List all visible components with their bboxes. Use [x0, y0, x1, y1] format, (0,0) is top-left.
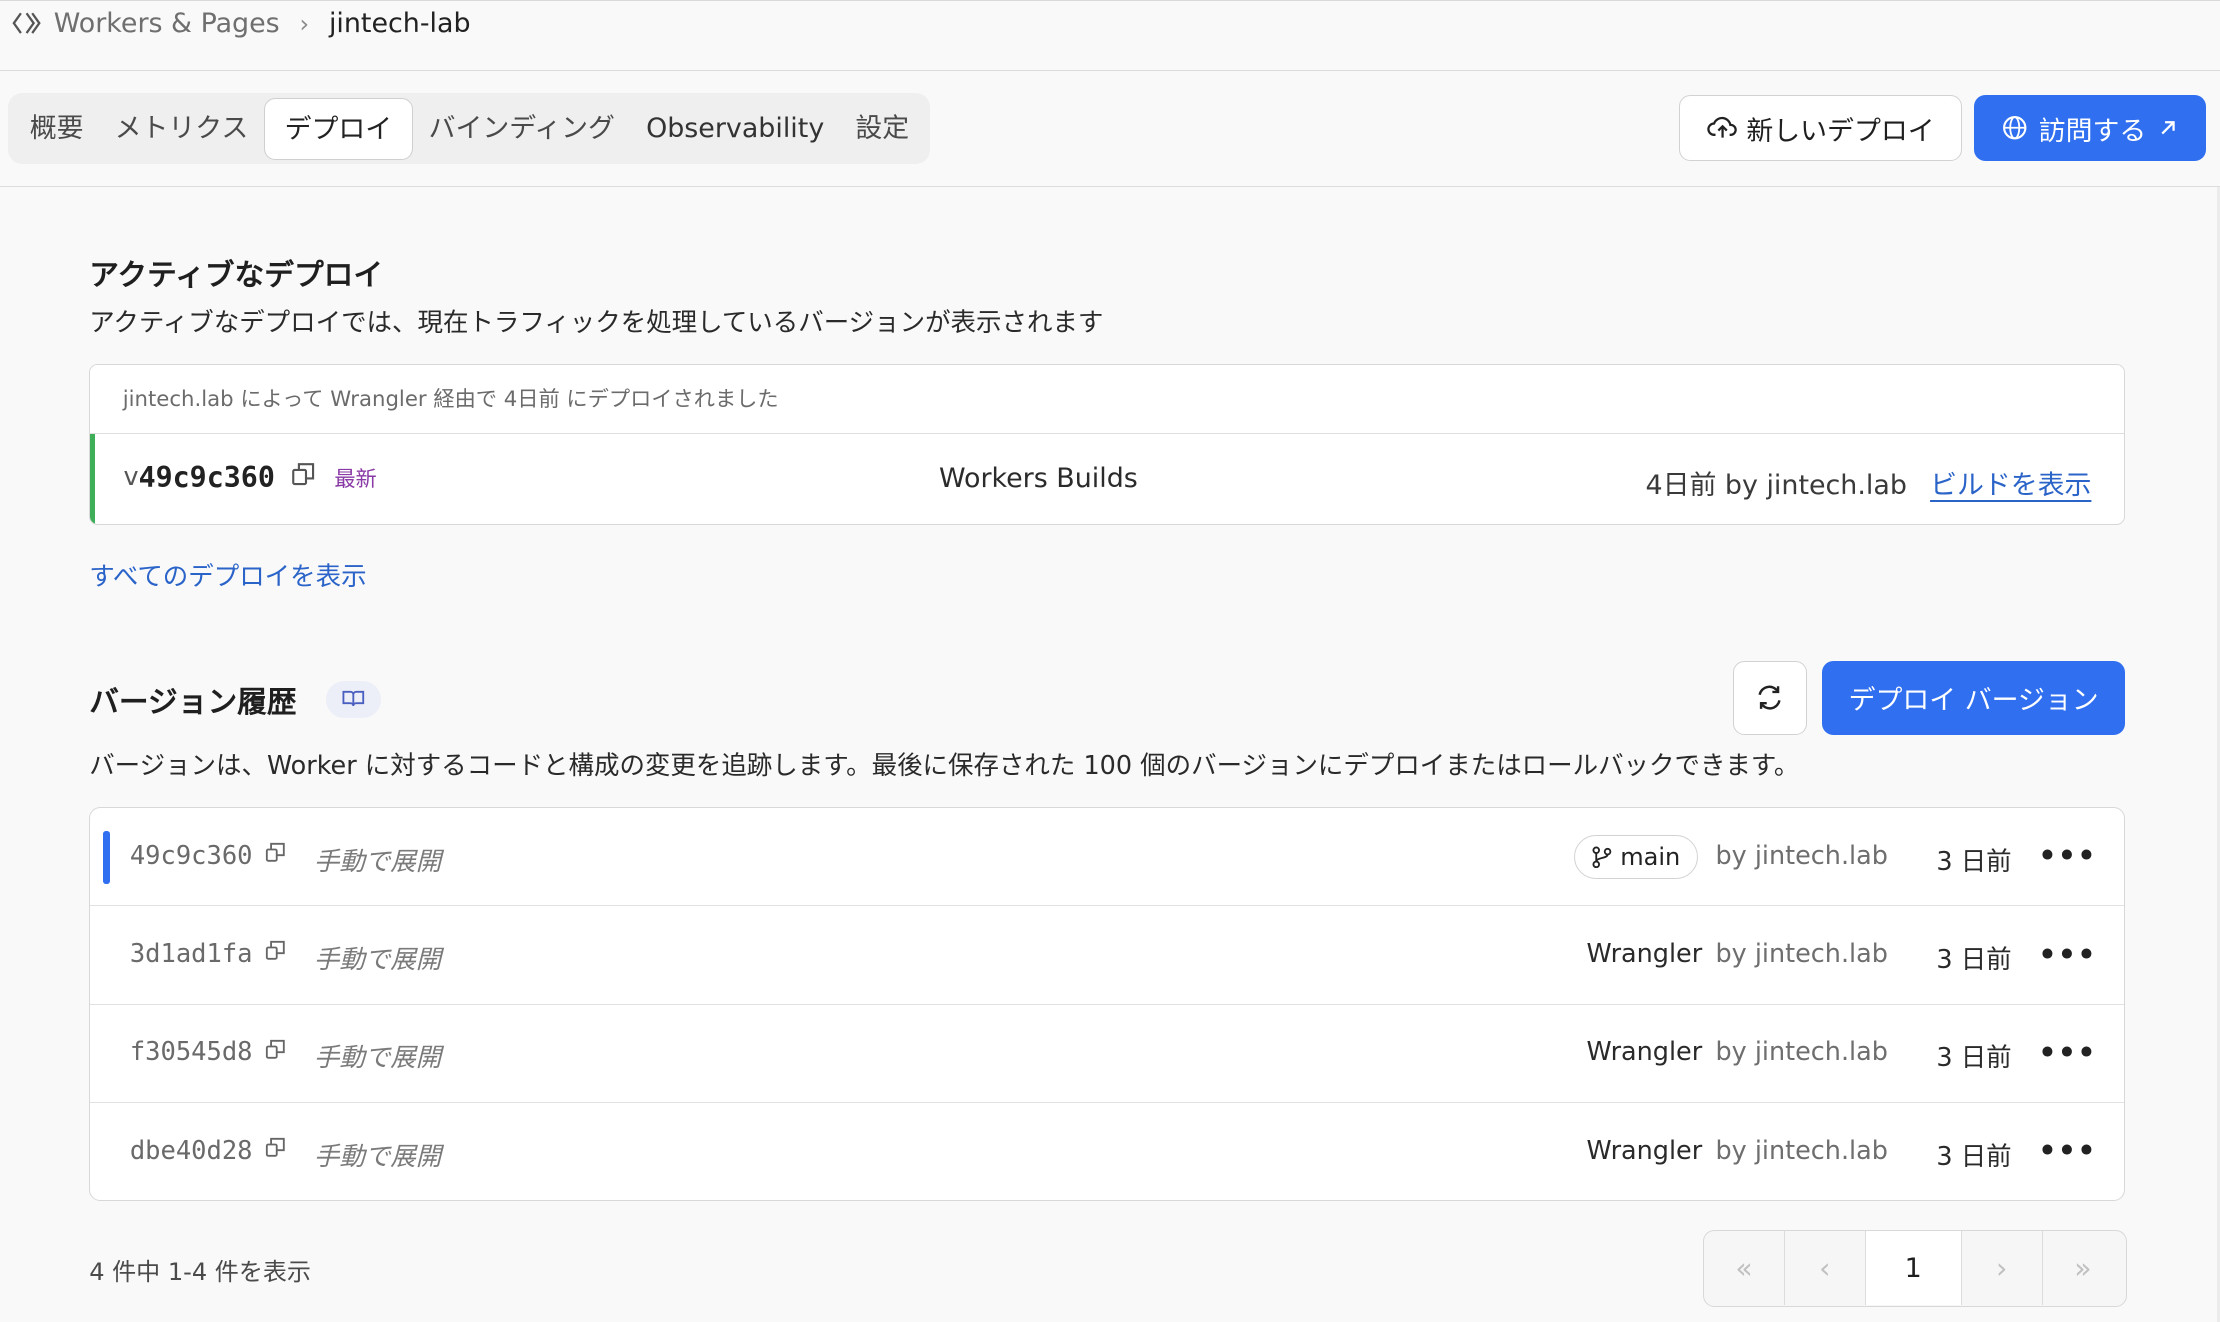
latest-badge: 最新 [334, 466, 377, 492]
globe-icon [2003, 116, 2027, 140]
visit-button[interactable]: 訪問する [1973, 94, 2206, 162]
breadcrumb: Workers & Pages › jintech-lab [11, 8, 471, 40]
deploy-method: 手動で展開 [313, 1043, 442, 1074]
deployed-by: by jintech.lab [1715, 1135, 1888, 1166]
deploy-version-button[interactable]: デプロイ バージョン [1822, 661, 2126, 735]
pagination-summary: 4 件中 1-4 件を表示 [89, 1257, 311, 1286]
version-hash-text: 49c9c360 [129, 840, 253, 871]
tab-overview[interactable]: 概要 [14, 98, 99, 160]
version-hash: dbe40d28 [130, 1136, 287, 1166]
deployed-ago: 3 日前 [1936, 944, 2012, 975]
copy-icon[interactable] [264, 841, 287, 871]
branch-name: main [1620, 842, 1681, 871]
breadcrumb-current: jintech-lab [328, 8, 471, 40]
more-options-icon[interactable]: ••• [2038, 839, 2097, 872]
version-hash-text: dbe40d28 [129, 1135, 253, 1166]
more-options-icon[interactable]: ••• [2038, 1134, 2097, 1167]
active-deploy-card: jintech.lab によって Wrangler 経由で 4日前 にデプロイさ… [89, 363, 2126, 526]
current-page[interactable]: 1 [1865, 1231, 1962, 1305]
visit-label: 訪問する [2038, 115, 2147, 147]
chevron-right-icon: › [299, 9, 310, 38]
version-hash-text: f30545d8 [129, 1037, 253, 1068]
version-hash-text: 3d1ad1fa [129, 938, 253, 969]
deployed-ago: 3 日前 [1936, 1043, 2012, 1074]
breadcrumb-parent[interactable]: Workers & Pages [54, 8, 280, 39]
active-deploy-row: v 49c9c360 最新 Workers Builds 4日前 by jint… [90, 434, 2124, 525]
more-options-icon[interactable]: ••• [2038, 1036, 2097, 1069]
refresh-button[interactable] [1732, 661, 1807, 735]
deployed-by: by jintech.lab [1715, 938, 1888, 969]
tab-observability[interactable]: Observability [631, 98, 840, 160]
new-deploy-label: 新しいデプロイ [1746, 115, 1935, 147]
tab-list: 概要 メトリクス デプロイ バインディング Observability 設定 [8, 93, 931, 165]
table-row[interactable]: 3d1ad1fa 手動で展開 Wrangler by jintech.lab 3… [90, 906, 2125, 1005]
active-source: Workers Builds [939, 462, 1138, 494]
docs-book-icon[interactable] [325, 680, 381, 718]
view-build-link[interactable]: ビルドを表示 [1930, 463, 2091, 502]
deployed-by: by jintech.lab [1715, 840, 1888, 871]
copy-icon[interactable] [289, 460, 317, 495]
deploy-method: 手動で展開 [313, 1141, 442, 1172]
current-version-indicator [102, 830, 110, 885]
active-deploy-header: jintech.lab によって Wrangler 経由で 4日前 にデプロイさ… [90, 364, 2125, 435]
version-history-description: バージョンは、Worker に対するコードと構成の変更を追跡します。最後に保存さ… [89, 750, 1800, 781]
active-deploy-title: アクティブなデプロイ [89, 257, 384, 293]
version-table: 49c9c360 手動で展開 main by jintech.lab 3 日前 … [89, 807, 2126, 1201]
tab-settings[interactable]: 設定 [840, 98, 925, 160]
tabs-bar: 概要 メトリクス デプロイ バインディング Observability 設定 新… [0, 71, 2220, 187]
deployed-ago: 3 日前 [1936, 846, 2012, 877]
workers-icon [12, 13, 42, 35]
first-page-button[interactable]: « [1704, 1231, 1785, 1305]
tab-bindings[interactable]: バインディング [413, 98, 630, 160]
view-all-deployments-link[interactable]: すべてのデプロイを表示 [89, 556, 366, 593]
prev-page-button[interactable]: ‹ [1785, 1231, 1866, 1305]
last-page-button[interactable]: » [2043, 1231, 2124, 1305]
deployed-by: by jintech.lab [1715, 1037, 1888, 1068]
version-hash: 3d1ad1fa [130, 939, 287, 969]
active-when: 4日前 by jintech.lab [1645, 469, 1907, 501]
table-row[interactable]: 49c9c360 手動で展開 main by jintech.lab 3 日前 … [90, 808, 2125, 907]
external-arrow-icon [2161, 121, 2175, 135]
deploy-source: Wrangler [1586, 938, 1703, 969]
deploy-source: Wrangler [1586, 1135, 1703, 1166]
deploy-method: 手動で展開 [313, 846, 442, 877]
refresh-icon [1758, 686, 1781, 710]
tab-deployments[interactable]: デプロイ [263, 97, 414, 160]
table-row[interactable]: dbe40d28 手動で展開 Wrangler by jintech.lab 3… [90, 1103, 2124, 1199]
tab-metrics[interactable]: メトリクス [99, 98, 264, 160]
version-hash: 49c9c360 [130, 841, 287, 871]
breadcrumb-bar: Workers & Pages › jintech-lab [0, 0, 2220, 71]
branch-badge: main [1573, 834, 1699, 879]
active-version: v 49c9c360 最新 [124, 460, 377, 495]
cloud-upload-icon [1707, 117, 1737, 139]
version-hash: f30545d8 [130, 1037, 287, 1067]
copy-icon[interactable] [264, 939, 287, 969]
deployed-ago: 3 日前 [1936, 1141, 2012, 1172]
version-id: 49c9c360 [138, 460, 275, 494]
git-branch-icon [1592, 845, 1612, 868]
deploy-source: Wrangler [1586, 1037, 1703, 1068]
deploy-method: 手動で展開 [313, 944, 442, 975]
more-options-icon[interactable]: ••• [2038, 938, 2097, 971]
active-deploy-description: アクティブなデプロイでは、現在トラフィックを処理しているバージョンが表示されます [89, 307, 1104, 338]
copy-icon[interactable] [264, 1037, 287, 1067]
new-deploy-button[interactable]: 新しいデプロイ [1679, 94, 1963, 162]
table-row[interactable]: f30545d8 手動で展開 Wrangler by jintech.lab 3… [90, 1005, 2125, 1104]
version-history-title: バージョン履歴 [89, 685, 297, 721]
next-page-button[interactable]: › [1962, 1231, 2043, 1305]
version-prefix: v [123, 462, 139, 493]
pagination: « ‹ 1 › » [1703, 1230, 2127, 1307]
copy-icon[interactable] [264, 1136, 287, 1166]
